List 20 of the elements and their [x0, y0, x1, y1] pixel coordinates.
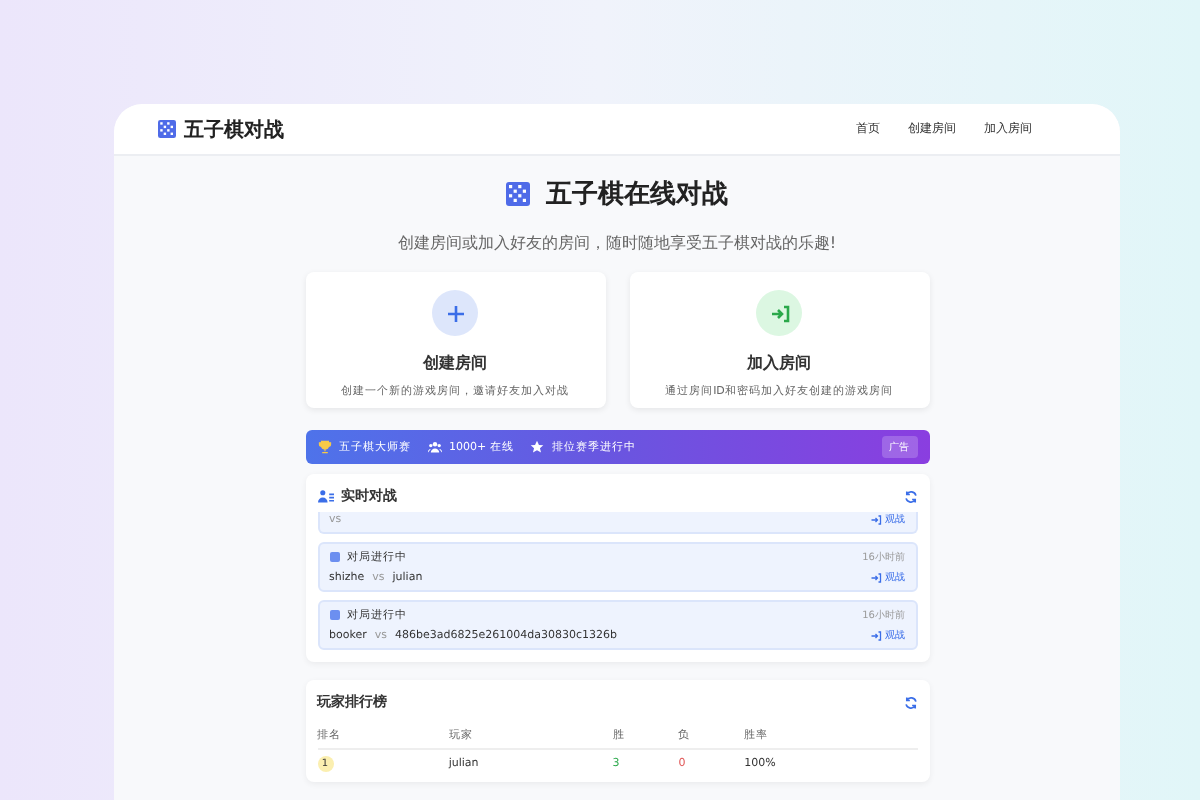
- page-title: 五子棋在线对战: [546, 178, 728, 212]
- refresh-icon[interactable]: [903, 489, 917, 503]
- star-icon: [529, 440, 544, 454]
- users-icon: [427, 440, 441, 454]
- plus-icon: [445, 303, 465, 323]
- status-icon: [329, 552, 339, 562]
- sign-in-icon: [869, 629, 881, 641]
- sign-in-icon: [869, 571, 881, 583]
- card-title: 创建房间: [423, 352, 487, 374]
- board-icon: [158, 120, 176, 138]
- card-title: 加入房间: [747, 352, 811, 374]
- refresh-icon[interactable]: [903, 695, 917, 709]
- sign-in-icon: [869, 513, 881, 525]
- page-subtitle: 创建房间或加入好友的房间，随时随地享受五子棋对战的乐趣!: [395, 232, 839, 254]
- trophy-icon: [317, 440, 331, 454]
- status-icon: [329, 610, 339, 620]
- board-icon: [506, 182, 530, 206]
- users-icon: [317, 488, 333, 504]
- brand-name: 五子棋对战: [184, 117, 284, 143]
- sign-in-icon: [769, 303, 789, 323]
